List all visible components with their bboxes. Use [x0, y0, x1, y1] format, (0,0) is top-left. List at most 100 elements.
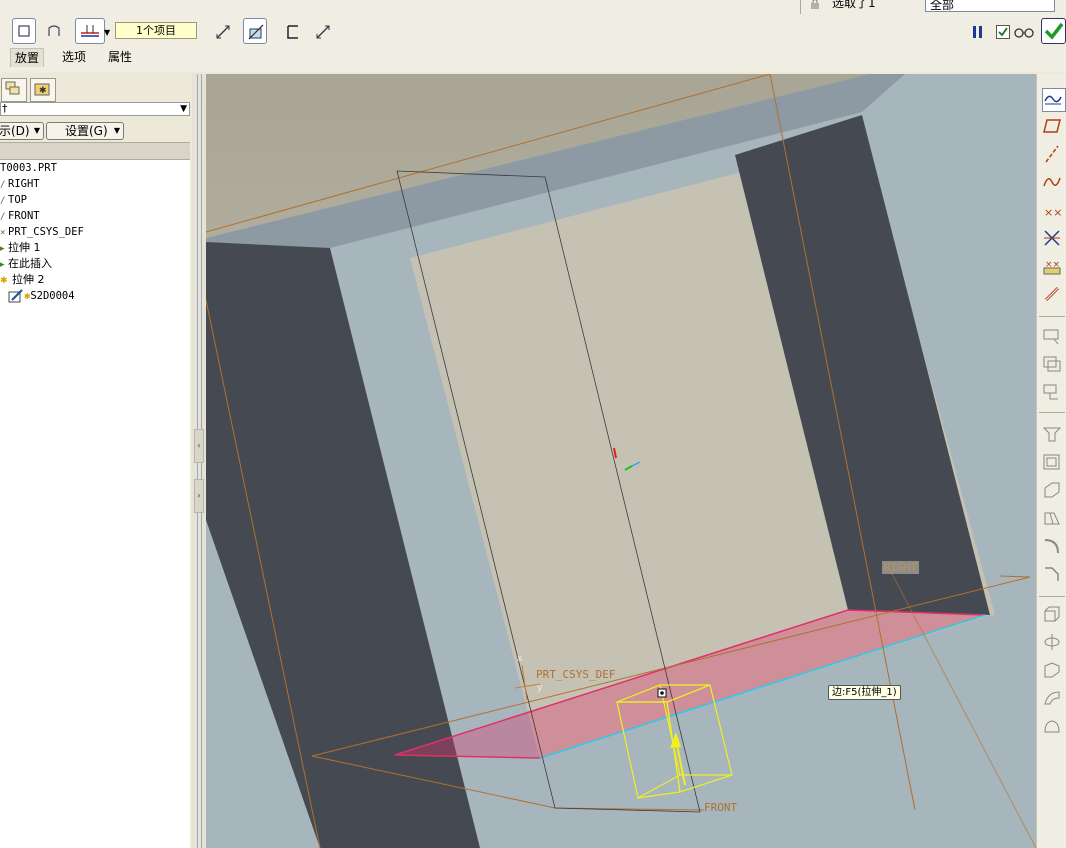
- extrude-icon: ▸: [0, 244, 5, 254]
- draft-tool[interactable]: [1042, 508, 1064, 530]
- chevron-down-icon: ▼: [33, 126, 40, 135]
- tab-properties[interactable]: 属性: [104, 48, 136, 66]
- sketched-point-tool[interactable]: [1042, 228, 1064, 250]
- model-tree-tab[interactable]: [1, 78, 27, 102]
- tab-options[interactable]: 选项: [58, 48, 90, 66]
- datum-axis-icon: [1045, 145, 1059, 163]
- blend-tool[interactable]: [1042, 688, 1064, 710]
- insert-here-icon: ▸: [0, 260, 5, 270]
- settings-dropdown-label: 设置(G): [65, 124, 108, 138]
- model-tree: T0003.PRT / RIGHT / TOP / FRONT × PRT_CSYS_D…: [0, 160, 190, 848]
- datum-point-icon: ××: [1044, 206, 1062, 219]
- chevron-down-icon: ▼: [180, 104, 187, 114]
- tree-item-label: T0003.PRT: [0, 162, 57, 174]
- blend-icon: [1044, 691, 1060, 705]
- tree-item-label: TOP: [8, 194, 27, 206]
- sweep-icon: [1044, 662, 1060, 678]
- boundary-blend-tool[interactable]: [1042, 716, 1064, 738]
- copy-feature-tool[interactable]: [1042, 354, 1064, 376]
- tree-item-insert-here[interactable]: ▸ 在此插入: [0, 256, 52, 272]
- extrude-icon: ✱: [0, 276, 8, 286]
- folder-browser-tab[interactable]: ✱: [30, 78, 56, 102]
- dashboard: ▼ 1个项目 放置 选项 属性 选取了1 全部: [0, 0, 1066, 72]
- tab-placement[interactable]: 放置: [10, 48, 45, 67]
- tree-item-right[interactable]: / RIGHT: [0, 176, 40, 192]
- datum-plane-icon: /: [0, 212, 6, 222]
- divider: [800, 0, 801, 14]
- selection-filter[interactable]: 全部: [925, 0, 1055, 12]
- datum-label-right[interactable]: RIGHT: [882, 561, 920, 574]
- tree-item-extrude-1[interactable]: ▸ 拉伸 1: [0, 240, 41, 256]
- insert-shape-tool[interactable]: [1042, 326, 1064, 348]
- divider: [1039, 412, 1065, 413]
- hole-icon: [1042, 427, 1062, 442]
- show-dropdown-label: 示(D): [0, 124, 30, 138]
- graphics-area[interactable]: RIGHT FRONT PRT_CSYS_DEF x y 边:F5(拉伸_1): [206, 74, 1036, 848]
- depth-option-button[interactable]: [75, 18, 105, 44]
- svg-text:××: ××: [1045, 260, 1060, 270]
- tree-item-label: S2D0004: [30, 290, 75, 302]
- offset-point-tool[interactable]: ××: [1042, 256, 1064, 278]
- drag-handle-dot: [660, 691, 664, 695]
- blind-depth-icon: [81, 25, 99, 37]
- datum-label-front[interactable]: FRONT: [704, 801, 737, 814]
- surface-icon: [48, 25, 60, 36]
- divider: [1039, 596, 1065, 597]
- pause-icon: [973, 26, 982, 38]
- chamfer-icon: [1045, 567, 1059, 581]
- datum-plane-tool[interactable]: [1042, 116, 1064, 138]
- chevron-down-icon: ▼: [113, 126, 120, 135]
- csys-label[interactable]: PRT_CSYS_DEF: [536, 668, 615, 681]
- sweep-tool[interactable]: [1042, 660, 1064, 682]
- tree-item-extrude-2[interactable]: ✱ 拉伸 2: [0, 272, 45, 288]
- datum-plane-icon: /: [0, 196, 6, 206]
- chevron-down-icon[interactable]: ▼: [104, 28, 110, 37]
- panel-splitter[interactable]: ‹ ›: [192, 74, 206, 848]
- coordinate-system-tool[interactable]: [1042, 284, 1064, 306]
- rib-tool[interactable]: [1042, 480, 1064, 502]
- show-dropdown-button[interactable]: 示(D) ▼: [0, 122, 44, 140]
- preview-checkbox[interactable]: [996, 25, 1010, 39]
- accept-button[interactable]: [1041, 18, 1066, 44]
- thicken-button[interactable]: [280, 18, 304, 44]
- boundary-blend-icon: [1044, 720, 1060, 733]
- reference-collector[interactable]: 1个项目: [115, 22, 197, 39]
- expand-right-arrow-icon[interactable]: ›: [194, 479, 204, 513]
- hole-tool[interactable]: [1042, 424, 1064, 446]
- tree-item-top[interactable]: / TOP: [0, 192, 27, 208]
- tree-item-part[interactable]: T0003.PRT: [0, 160, 57, 176]
- glasses-icon: [1014, 28, 1034, 38]
- revolve-tool[interactable]: [1042, 632, 1064, 654]
- flip-arrow-icon: [216, 25, 230, 39]
- shell-tool[interactable]: [1042, 452, 1064, 474]
- tree-view-select[interactable]: † ▼: [0, 102, 190, 116]
- round-tool[interactable]: [1042, 536, 1064, 558]
- edge-tooltip: 边:F5(拉伸_1): [828, 685, 901, 700]
- tree-item-csys[interactable]: × PRT_CSYS_DEF: [0, 224, 84, 240]
- flip-material-side-button[interactable]: [310, 18, 334, 44]
- extrude-tool[interactable]: [1042, 604, 1064, 626]
- divider: [1039, 316, 1065, 317]
- tree-item-label: 在此插入: [8, 257, 52, 270]
- tree-item-label: RIGHT: [8, 178, 40, 190]
- tree-item-front[interactable]: / FRONT: [0, 208, 40, 224]
- verify-button[interactable]: [1012, 24, 1036, 40]
- datum-point-tool[interactable]: ××: [1042, 200, 1064, 222]
- datum-display-button[interactable]: [1042, 88, 1066, 112]
- round-icon: [1044, 539, 1059, 554]
- pattern-tool[interactable]: [1042, 382, 1064, 404]
- solid-extrude-button[interactable]: [12, 18, 36, 44]
- tree-item-label: FRONT: [8, 210, 40, 222]
- tree-item-label: 拉伸 1: [8, 241, 41, 254]
- remove-material-button[interactable]: [243, 18, 267, 44]
- tree-item-sketch[interactable]: ✱S2D0004: [8, 288, 75, 304]
- flip-direction-button[interactable]: [210, 18, 234, 44]
- collapse-left-arrow-icon[interactable]: ‹: [194, 429, 204, 463]
- chamfer-tool[interactable]: [1042, 564, 1064, 586]
- settings-dropdown-button[interactable]: 设置(G) ▼: [46, 122, 124, 140]
- datum-axis-tool[interactable]: [1042, 144, 1064, 166]
- surface-extrude-button[interactable]: [42, 18, 66, 44]
- csys-icon: ×: [0, 228, 6, 238]
- datum-curve-tool[interactable]: [1042, 172, 1064, 194]
- pause-button[interactable]: [970, 24, 986, 40]
